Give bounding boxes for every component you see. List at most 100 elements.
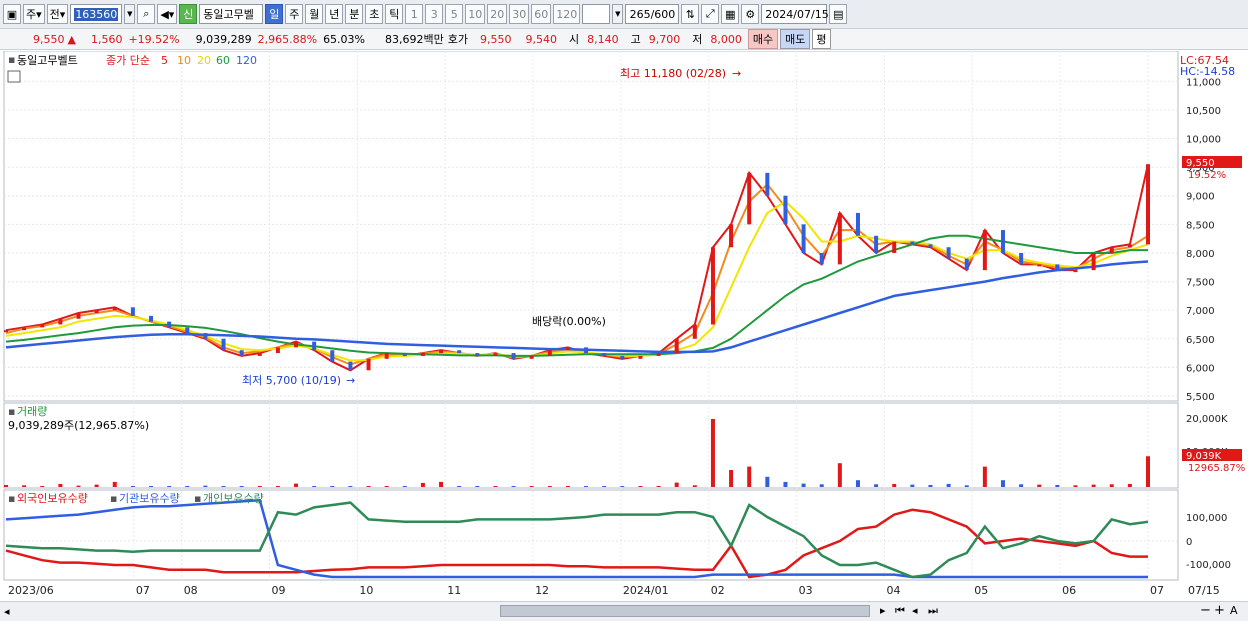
volume-bar	[620, 486, 625, 487]
type-select[interactable]: 주 ▾	[23, 4, 45, 24]
minute-5[interactable]: 5	[445, 4, 464, 24]
date-input[interactable]: 2024/07/15	[761, 4, 829, 24]
grid-icon[interactable]: ▦	[721, 4, 740, 24]
scroll-thumb[interactable]	[500, 605, 870, 617]
date-tick-label: 04	[886, 584, 900, 597]
stock-code-input[interactable]: 163560	[70, 4, 123, 24]
minute-30[interactable]: 30	[509, 4, 530, 24]
period-day[interactable]: 일	[265, 4, 284, 24]
chart-scrollbar[interactable]: ◂ ▸ ⏮ ◂ ⏭ − + A	[0, 601, 1248, 621]
low-arrow-icon: →	[346, 374, 355, 387]
volume-bar	[40, 485, 45, 487]
price-candle	[674, 338, 679, 354]
custom-period-input[interactable]	[582, 4, 611, 24]
price-candle	[1146, 164, 1150, 245]
price-tick-label: 10,000	[1186, 135, 1221, 146]
average-button[interactable]: 평	[812, 29, 831, 49]
holdings-legend-foreign: 외국인보유수량	[17, 492, 88, 505]
period-year[interactable]: 년	[325, 4, 344, 24]
scroll-right-icon[interactable]: ▸	[880, 604, 886, 617]
minute-120[interactable]: 120	[553, 4, 581, 24]
volume-value: 9,039,289주(12,965.87%)	[8, 419, 149, 432]
compare-icon[interactable]: ⤢	[701, 4, 720, 24]
volume-bar	[149, 485, 154, 487]
volume-bar	[167, 486, 172, 487]
stock-chart: 5,500 6,000 6,500 7,000 7,500 8,000 8,500 9,000…	[3, 51, 1245, 597]
next-page-icon[interactable]: ⏭	[928, 604, 938, 618]
period-minute[interactable]: 분	[345, 4, 364, 24]
price-candle	[602, 353, 607, 356]
period-month[interactable]: 월	[305, 4, 324, 24]
prev-select[interactable]: 전 ▾	[46, 4, 69, 24]
zoom-in-icon[interactable]: +	[1214, 603, 1225, 618]
date-tick-label: 07/15	[1188, 584, 1220, 597]
volume-bar	[76, 485, 81, 487]
volume-bar	[729, 470, 734, 487]
bid-label: 호가	[447, 33, 468, 46]
period-dropdown-icon[interactable]: ▼	[612, 4, 624, 24]
volume-bar	[874, 484, 879, 487]
table-icon[interactable]	[7, 70, 21, 83]
volume-bar	[221, 486, 226, 487]
minute-60[interactable]: 60	[531, 4, 552, 24]
period-week[interactable]: 주	[285, 4, 304, 24]
auto-scale-icon[interactable]: A	[1230, 604, 1238, 617]
legend-ma-20: 20	[197, 54, 211, 67]
date-tick-label: 06	[1062, 584, 1076, 597]
low-label: 저	[692, 33, 703, 46]
buy-button[interactable]: 매수	[747, 29, 779, 49]
volume-bar	[982, 466, 987, 487]
price-candle	[855, 212, 860, 236]
price-candle	[366, 358, 371, 371]
first-page-icon[interactable]: ⏮	[895, 604, 905, 618]
volume-bar	[257, 485, 262, 487]
prev-page-icon[interactable]: ◂	[912, 604, 918, 617]
minute-1[interactable]: 1	[405, 4, 424, 24]
volume-bar	[801, 483, 806, 487]
period-tick[interactable]: 틱	[385, 4, 404, 24]
volume-bar	[511, 486, 516, 487]
sell-button[interactable]: 매도	[780, 29, 811, 49]
holdings-tick-bottom: -100,000	[1186, 560, 1231, 571]
volume-bar	[1109, 484, 1114, 487]
volume-bar	[384, 486, 389, 487]
minute-10[interactable]: 10	[465, 4, 486, 24]
speaker-icon[interactable]: ◀▾	[157, 4, 178, 24]
price-tick-label: 8,000	[1186, 249, 1215, 260]
scroll-left-icon[interactable]: ◂	[4, 605, 10, 618]
price-axis: 5,500 6,000 6,500 7,000 7,500 8,000 8,500 9,000…	[1186, 77, 1221, 403]
toolbar: ▣ 주 ▾ 전 ▾ 163560 ▼ ⌕ ◀▾ 신 동일고무벨 일 주 월 년 분 …	[0, 0, 1248, 29]
gear-icon[interactable]: ⚙	[741, 4, 760, 24]
search-icon[interactable]: ⌕	[137, 4, 156, 24]
window-icon[interactable]: ▣	[3, 4, 21, 24]
price-tick-label: 11,000	[1186, 77, 1221, 88]
minute-3[interactable]: 3	[425, 4, 444, 24]
new-badge[interactable]: 신	[179, 4, 198, 24]
open-label: 시	[569, 33, 580, 46]
legend-ma-60: 60	[216, 54, 230, 67]
minute-20[interactable]: 20	[487, 4, 508, 24]
calendar-icon[interactable]: ▤	[829, 4, 848, 24]
price-candle	[1109, 247, 1114, 253]
price-candle	[547, 350, 552, 356]
price-tick-label: 10,500	[1186, 106, 1221, 117]
chart-tools-icon[interactable]: ⇅	[681, 4, 700, 24]
price-candle	[294, 341, 299, 348]
volume-bar	[185, 485, 190, 487]
volume-bar	[892, 483, 897, 487]
open-price: 8,140	[587, 32, 619, 46]
volume-bar	[1146, 456, 1150, 487]
volume-tick-top: 20,000K	[1186, 414, 1228, 425]
period-second[interactable]: 초	[365, 4, 384, 24]
legend-stock-name[interactable]: 동일고무벨트	[17, 53, 78, 67]
volume-bar	[112, 481, 117, 487]
count-input[interactable]: 265/600	[625, 4, 680, 24]
volume-last-label: 9,039K	[1186, 451, 1222, 462]
volume-bar	[58, 483, 63, 487]
zoom-out-icon[interactable]: −	[1200, 603, 1211, 618]
date-tick-label: 08	[184, 584, 198, 597]
code-dropdown-icon[interactable]: ▼	[124, 4, 136, 24]
price-candle	[819, 252, 824, 265]
price-tick-label: 7,000	[1186, 306, 1215, 317]
volume-bar	[910, 484, 915, 487]
